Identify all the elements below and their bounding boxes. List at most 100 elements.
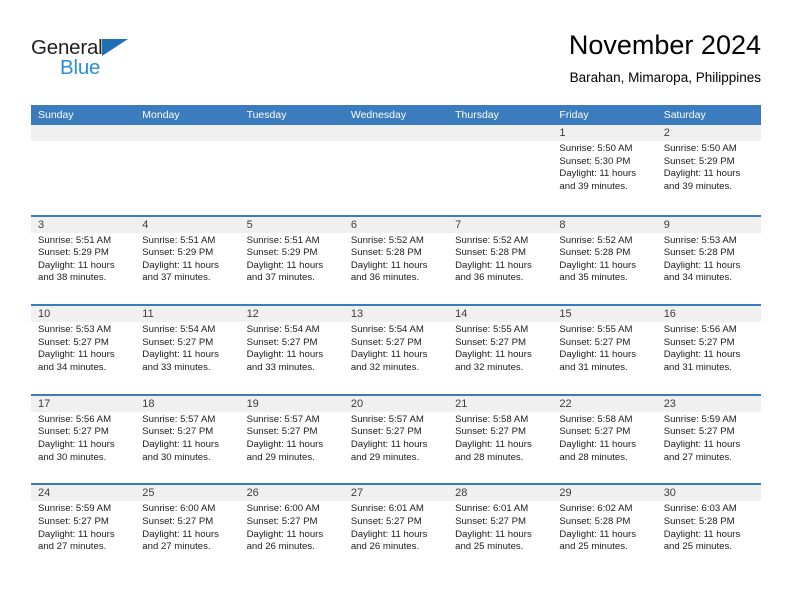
- sunset-text: Sunset: 5:28 PM: [559, 515, 631, 527]
- day-cell[interactable]: [343, 125, 449, 215]
- sunset-text: Sunset: 5:27 PM: [142, 515, 214, 527]
- day-number: 9: [656, 216, 761, 233]
- day-cell[interactable]: 12 Sunrise: 5:54 AM Sunset: 5:27 PM Dayligh…: [239, 306, 344, 394]
- day-cell[interactable]: [448, 125, 553, 215]
- daylight-text: Daylight: 11 hours and 36 minutes.: [350, 259, 428, 284]
- day-cell[interactable]: [239, 125, 344, 215]
- day-cell[interactable]: 19 Sunrise: 5:57 AM Sunset: 5:27 PM Dayligh…: [239, 395, 344, 484]
- sunset-text: Sunset: 5:27 PM: [663, 336, 735, 348]
- daylight-text: Daylight: 11 hours and 35 minutes.: [559, 259, 637, 284]
- day-number: 21: [448, 395, 553, 412]
- day-cell[interactable]: 24 Sunrise: 5:59 AM Sunset: 5:27 PM Dayligh…: [31, 485, 136, 573]
- day-cell[interactable]: 10 Sunrise: 5:53 AM Sunset: 5:27 PM Dayligh…: [31, 306, 136, 394]
- day-cell[interactable]: 18 Sunrise: 5:57 AM Sunset: 5:27 PM Dayligh…: [135, 395, 240, 484]
- day-number: 11: [135, 306, 240, 323]
- day-number: 8: [552, 216, 657, 233]
- day-number: 7: [448, 216, 553, 233]
- sunrise-text: Sunrise: 5:54 AM: [142, 324, 216, 336]
- day-number: 2: [656, 125, 761, 141]
- sunset-text: Sunset: 5:28 PM: [455, 247, 527, 259]
- day-number: 6: [343, 216, 449, 233]
- calendar-grid: Sunday Monday Tuesday Wednesday Thursday…: [31, 105, 761, 573]
- day-number: [343, 125, 449, 141]
- sunset-text: Sunset: 5:27 PM: [455, 426, 527, 438]
- sunrise-text: Sunrise: 5:59 AM: [663, 413, 737, 425]
- sunrise-text: Sunrise: 6:02 AM: [559, 503, 633, 515]
- sunrise-text: Sunrise: 5:54 AM: [350, 324, 424, 336]
- sunset-text: Sunset: 5:30 PM: [559, 155, 631, 167]
- sunset-text: Sunset: 5:27 PM: [38, 515, 109, 527]
- day-cell[interactable]: 4 Sunrise: 5:51 AM Sunset: 5:29 PM Daylight…: [135, 216, 240, 305]
- sunrise-text: Sunrise: 6:01 AM: [455, 503, 529, 515]
- sunrise-text: Sunrise: 5:53 AM: [663, 234, 737, 246]
- sunrise-text: Sunrise: 6:00 AM: [246, 503, 320, 515]
- day-number: 27: [343, 485, 449, 502]
- day-cell[interactable]: 21 Sunrise: 5:58 AM Sunset: 5:27 PM Dayligh…: [448, 395, 553, 484]
- day-cell[interactable]: 2 Sunrise: 5:50 AM Sunset: 5:29 PM Daylight…: [656, 125, 761, 215]
- sunset-text: Sunset: 5:29 PM: [38, 247, 109, 259]
- daylight-text: Daylight: 11 hours and 31 minutes.: [559, 349, 637, 373]
- day-number: 13: [343, 306, 449, 323]
- daylight-text: Daylight: 11 hours and 28 minutes.: [455, 438, 532, 463]
- day-cell[interactable]: 16 Sunrise: 5:56 AM Sunset: 5:27 PM Dayligh…: [656, 306, 761, 394]
- day-info: Sunrise: 5:59 AM Sunset: 5:27 PM Daylight:…: [657, 412, 761, 464]
- day-cell[interactable]: [135, 125, 240, 215]
- sunset-text: Sunset: 5:27 PM: [350, 336, 422, 348]
- sunrise-text: Sunrise: 5:54 AM: [246, 324, 320, 336]
- day-cell[interactable]: 27 Sunrise: 6:01 AM Sunset: 5:27 PM Dayligh…: [343, 485, 449, 573]
- day-number: 18: [135, 395, 240, 412]
- daylight-text: Daylight: 11 hours and 34 minutes.: [663, 259, 741, 284]
- day-cell[interactable]: 30 Sunrise: 6:03 AM Sunset: 5:28 PM Dayligh…: [656, 485, 761, 573]
- day-cell[interactable]: 3 Sunrise: 5:51 AM Sunset: 5:29 PM Daylight…: [31, 216, 136, 305]
- day-cell[interactable]: 8 Sunrise: 5:52 AM Sunset: 5:28 PM Daylight…: [552, 216, 657, 305]
- daylight-text: Daylight: 11 hours and 29 minutes.: [246, 438, 324, 463]
- blue-triangle-icon: [102, 39, 128, 56]
- weekday-header-sunday: Sunday: [38, 109, 74, 121]
- daylight-text: Daylight: 11 hours and 39 minutes.: [559, 168, 637, 192]
- weekday-header-saturday: Saturday: [663, 109, 706, 121]
- day-info: Sunrise: 5:53 AM Sunset: 5:27 PM Daylight:…: [31, 322, 135, 374]
- day-number: 30: [656, 485, 761, 502]
- day-cell[interactable]: 29 Sunrise: 6:02 AM Sunset: 5:28 PM Dayligh…: [552, 485, 657, 573]
- daylight-text: Daylight: 11 hours and 30 minutes.: [38, 438, 115, 463]
- day-cell[interactable]: 22 Sunrise: 5:58 AM Sunset: 5:27 PM Dayligh…: [552, 395, 657, 484]
- sunrise-text: Sunrise: 5:50 AM: [559, 143, 633, 154]
- day-info: Sunrise: 6:02 AM Sunset: 5:28 PM Daylight:…: [552, 501, 656, 553]
- day-info: Sunrise: 5:51 AM Sunset: 5:29 PM Daylight:…: [135, 233, 239, 285]
- sunset-text: Sunset: 5:27 PM: [38, 336, 109, 348]
- week-row: 3 Sunrise: 5:51 AM Sunset: 5:29 PM Daylight…: [31, 214, 761, 305]
- sunrise-text: Sunrise: 5:56 AM: [38, 413, 112, 425]
- day-cell[interactable]: 23 Sunrise: 5:59 AM Sunset: 5:27 PM Dayligh…: [656, 395, 761, 484]
- day-cell[interactable]: 9 Sunrise: 5:53 AM Sunset: 5:28 PM Daylight…: [656, 216, 761, 305]
- day-cell[interactable]: 13 Sunrise: 5:54 AM Sunset: 5:27 PM Dayligh…: [343, 306, 449, 394]
- day-cell[interactable]: 6 Sunrise: 5:52 AM Sunset: 5:28 PM Daylight…: [343, 216, 449, 305]
- daylight-text: Daylight: 11 hours and 26 minutes.: [246, 528, 324, 553]
- day-info: Sunrise: 5:50 AM Sunset: 5:29 PM Daylight:…: [657, 141, 761, 193]
- day-cell[interactable]: 20 Sunrise: 5:57 AM Sunset: 5:27 PM Dayligh…: [343, 395, 449, 484]
- sunset-text: Sunset: 5:27 PM: [350, 426, 422, 438]
- day-cell[interactable]: 1 Sunrise: 5:50 AM Sunset: 5:30 PM Daylight…: [552, 125, 657, 215]
- day-cell[interactable]: 28 Sunrise: 6:01 AM Sunset: 5:27 PM Dayligh…: [448, 485, 553, 573]
- day-cell[interactable]: 11 Sunrise: 5:54 AM Sunset: 5:27 PM Dayligh…: [135, 306, 240, 394]
- day-cell[interactable]: 5 Sunrise: 5:51 AM Sunset: 5:29 PM Daylight…: [239, 216, 344, 305]
- day-cell[interactable]: 15 Sunrise: 5:55 AM Sunset: 5:27 PM Dayligh…: [552, 306, 657, 394]
- day-number: [448, 125, 553, 141]
- week-row: 1 Sunrise: 5:50 AM Sunset: 5:30 PM Daylight…: [31, 125, 761, 215]
- daylight-text: Daylight: 11 hours and 29 minutes.: [350, 438, 428, 463]
- day-number: [239, 125, 344, 141]
- daylight-text: Daylight: 11 hours and 33 minutes.: [246, 349, 324, 373]
- sunset-text: Sunset: 5:29 PM: [246, 247, 318, 259]
- day-cell[interactable]: [31, 125, 136, 215]
- day-number: 29: [552, 485, 657, 502]
- daylight-text: Daylight: 11 hours and 32 minutes.: [455, 349, 532, 373]
- day-cell[interactable]: 17 Sunrise: 5:56 AM Sunset: 5:27 PM Dayligh…: [31, 395, 136, 484]
- day-cell[interactable]: 14 Sunrise: 5:55 AM Sunset: 5:27 PM Dayligh…: [448, 306, 553, 394]
- day-cell[interactable]: 7 Sunrise: 5:52 AM Sunset: 5:28 PM Daylight…: [448, 216, 553, 305]
- day-info: Sunrise: 5:50 AM Sunset: 5:30 PM Daylight:…: [552, 141, 656, 193]
- sunrise-text: Sunrise: 5:52 AM: [455, 234, 529, 246]
- day-cell[interactable]: 26 Sunrise: 6:00 AM Sunset: 5:27 PM Dayligh…: [239, 485, 344, 573]
- daylight-text: Daylight: 11 hours and 27 minutes.: [663, 438, 741, 463]
- day-number: 17: [31, 395, 136, 412]
- day-cell[interactable]: 25 Sunrise: 6:00 AM Sunset: 5:27 PM Dayligh…: [135, 485, 240, 573]
- daylight-text: Daylight: 11 hours and 38 minutes.: [38, 259, 115, 284]
